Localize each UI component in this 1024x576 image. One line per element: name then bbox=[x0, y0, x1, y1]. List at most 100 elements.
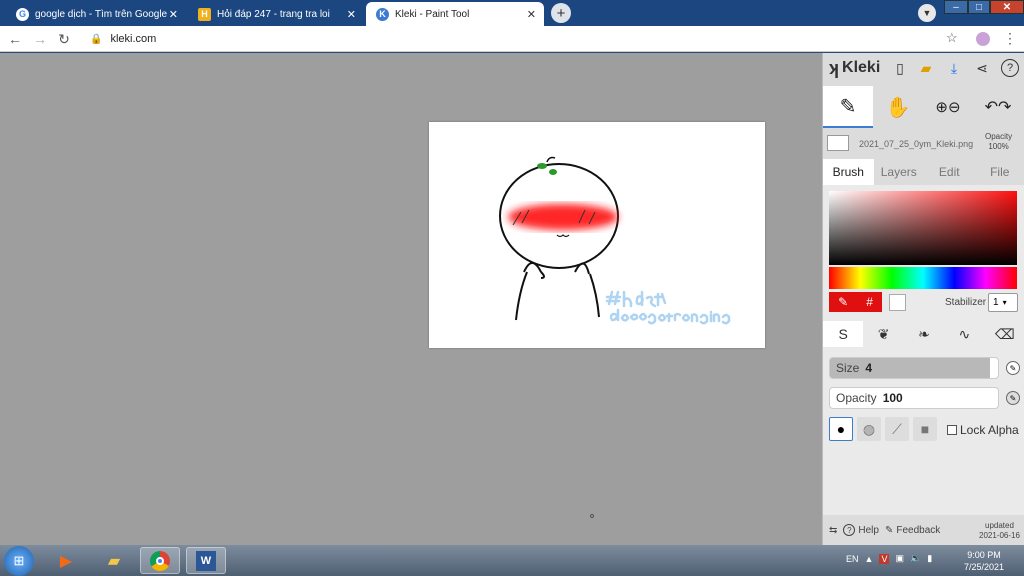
brush-types: S ❦ ❧ ∿ ⌫ bbox=[823, 321, 1024, 347]
tab-google[interactable]: G google dịch - Tìm trên Google ✕ bbox=[6, 2, 186, 26]
tab-hoidap[interactable]: H Hỏi đáp 247 - trang tra loi ✕ bbox=[188, 2, 364, 26]
size-value: 4 bbox=[865, 361, 873, 375]
panel-header: ʞ Kleki ▯ ▰ ⤓ ⋖ ? bbox=[823, 53, 1024, 83]
maximize-icon[interactable]: □ bbox=[968, 0, 990, 14]
opacity-slider[interactable]: Opacity 100 bbox=[829, 387, 999, 409]
sketchy-brush-icon[interactable]: ❧ bbox=[904, 321, 944, 347]
new-file-icon[interactable]: ▯ bbox=[891, 59, 909, 77]
blend-brush-icon[interactable]: ❦ bbox=[863, 321, 903, 347]
eyedropper-icon[interactable]: ✎ bbox=[838, 295, 848, 309]
lock-alpha-toggle[interactable]: Lock Alpha bbox=[947, 423, 1019, 437]
tray-arrow-icon[interactable]: ▲ bbox=[865, 554, 874, 564]
swap-side-icon[interactable]: ⇆ bbox=[829, 525, 837, 536]
opacity-slider-value: 100 bbox=[882, 391, 903, 405]
canvas-workspace[interactable] bbox=[0, 53, 822, 545]
open-folder-icon[interactable]: ▰ bbox=[917, 59, 935, 77]
new-tab-icon[interactable]: + bbox=[551, 3, 571, 23]
hoidap-favicon-icon: H bbox=[198, 7, 211, 21]
close-icon[interactable]: ✕ bbox=[169, 8, 178, 21]
kleki-logo-icon: ʞ bbox=[829, 57, 840, 78]
start-button-icon[interactable]: ⊞ bbox=[4, 546, 34, 576]
help-icon[interactable]: ? bbox=[1001, 59, 1019, 77]
pen-brush-icon[interactable]: S bbox=[823, 321, 864, 347]
download-icon[interactable]: ⤓ bbox=[945, 59, 963, 77]
chrome-logo bbox=[150, 550, 170, 571]
tab-title: Hỏi đáp 247 - trang tra loi bbox=[217, 8, 330, 20]
more-menu-icon[interactable]: ⋮ bbox=[1003, 30, 1017, 47]
antivirus-icon[interactable]: V bbox=[879, 553, 890, 564]
system-tray: EN ▲ V ▣ 🔈 ▮ bbox=[846, 553, 932, 564]
drawing-canvas[interactable] bbox=[429, 122, 765, 348]
tab-brush[interactable]: Brush bbox=[823, 159, 874, 185]
opacity-pressure-icon[interactable]: ✎ bbox=[1006, 391, 1020, 405]
window-close-icon[interactable]: ✕ bbox=[990, 0, 1024, 14]
file-explorer-icon[interactable]: ▰ bbox=[94, 547, 134, 574]
help-link[interactable]: ? Help bbox=[843, 524, 879, 536]
chrome-icon[interactable] bbox=[140, 547, 180, 574]
layer-thumbnail[interactable] bbox=[827, 135, 849, 151]
volume-icon[interactable]: 🔈 bbox=[910, 553, 921, 564]
secondary-color-swatch[interactable] bbox=[889, 294, 906, 311]
stabilizer-select[interactable]: 1 ▾ bbox=[988, 293, 1018, 312]
file-opacity: Opacity 100% bbox=[985, 132, 1012, 152]
file-info-row: 2021_07_25_0ym_Kleki.png Opacity 100% bbox=[823, 132, 1024, 156]
opacity-slider-label: Opacity bbox=[836, 391, 877, 405]
language-indicator[interactable]: EN bbox=[846, 554, 859, 564]
square-tip-icon[interactable]: ■ bbox=[913, 417, 937, 441]
bookmark-star-icon[interactable]: ☆ bbox=[946, 30, 958, 46]
hex-input-button[interactable]: # bbox=[866, 295, 873, 309]
feedback-link[interactable]: ✎ Feedback bbox=[885, 525, 940, 536]
media-player-icon[interactable]: ▶ bbox=[46, 547, 86, 574]
zoom-icon[interactable]: ⊕⊖ bbox=[923, 86, 973, 128]
forward-icon[interactable]: → bbox=[31, 30, 49, 48]
tab-file[interactable]: File bbox=[975, 159, 1024, 185]
reload-icon[interactable]: ↻ bbox=[55, 30, 73, 48]
kleki-favicon-icon: K bbox=[376, 7, 389, 21]
feedback-label: Feedback bbox=[896, 524, 941, 536]
tab-title: Kleki - Paint Tool bbox=[395, 8, 470, 20]
eraser-icon[interactable]: ⌫ bbox=[985, 321, 1024, 347]
soft-tip-icon[interactable]: ◍ bbox=[857, 417, 881, 441]
minimize-icon[interactable]: – bbox=[944, 0, 968, 14]
opacity-value: 100% bbox=[988, 142, 1009, 151]
tab-edit[interactable]: Edit bbox=[924, 159, 975, 185]
word-icon[interactable]: W bbox=[186, 547, 226, 574]
clock[interactable]: 9:00 PM 7/25/2021 bbox=[964, 549, 1004, 573]
smooth-brush-icon[interactable]: ∿ bbox=[944, 321, 984, 347]
close-icon[interactable]: ✕ bbox=[527, 8, 536, 21]
clock-time: 9:00 PM bbox=[967, 550, 1001, 560]
kleki-logo[interactable]: ʞ Kleki bbox=[829, 58, 880, 79]
lock-alpha-checkbox[interactable] bbox=[947, 425, 957, 435]
extension-icon[interactable] bbox=[976, 32, 990, 46]
primary-color-swatch[interactable]: ✎ # bbox=[829, 292, 882, 312]
back-icon[interactable]: ← bbox=[6, 30, 24, 48]
stroke-tip-icon[interactable]: ⟋ bbox=[885, 417, 909, 441]
profile-icon[interactable]: ▼ bbox=[918, 4, 936, 22]
size-slider[interactable]: Size 4 bbox=[829, 357, 999, 379]
update-info: updated 2021-06-16 bbox=[979, 521, 1020, 541]
device-icon[interactable]: ▣ bbox=[895, 553, 904, 564]
close-icon[interactable]: ✕ bbox=[347, 8, 356, 21]
brush-tool-icon[interactable]: ✎ bbox=[823, 86, 873, 128]
color-picker-sv[interactable] bbox=[829, 191, 1017, 265]
lock-icon: 🔒 bbox=[90, 33, 103, 45]
pen-pressure-icon[interactable]: ✎ bbox=[1006, 361, 1020, 375]
help-label: Help bbox=[858, 524, 879, 536]
updated-date: 2021-06-16 bbox=[979, 531, 1020, 540]
brush-settings: ✎ # Stabilizer 1 ▾ S ❦ ❧ ∿ ⌫ Size 4 ✎ Op… bbox=[823, 185, 1024, 515]
browser-toolbar: ← → ↻ 🔒 kleki.com ☆ ⋮ bbox=[0, 26, 1024, 52]
logo-text: Kleki bbox=[842, 59, 881, 76]
network-icon[interactable]: ▮ bbox=[927, 553, 932, 564]
hand-tool-icon[interactable]: ✋ bbox=[873, 86, 923, 128]
clock-date: 7/25/2021 bbox=[964, 562, 1005, 572]
tab-kleki[interactable]: K Kleki - Paint Tool ✕ bbox=[366, 2, 544, 26]
address-bar[interactable]: 🔒 kleki.com bbox=[80, 29, 940, 49]
hue-slider[interactable] bbox=[829, 267, 1017, 289]
share-icon[interactable]: ⋖ bbox=[973, 59, 991, 77]
tab-layers[interactable]: Layers bbox=[874, 159, 925, 185]
google-favicon-icon: G bbox=[16, 7, 29, 21]
undo-redo-icon[interactable]: ↶↷ bbox=[973, 86, 1023, 128]
lock-alpha-label: Lock Alpha bbox=[960, 423, 1019, 437]
round-tip-icon[interactable]: ● bbox=[829, 417, 853, 441]
tool-row: ✎ ✋ ⊕⊖ ↶↷ bbox=[823, 86, 1024, 128]
